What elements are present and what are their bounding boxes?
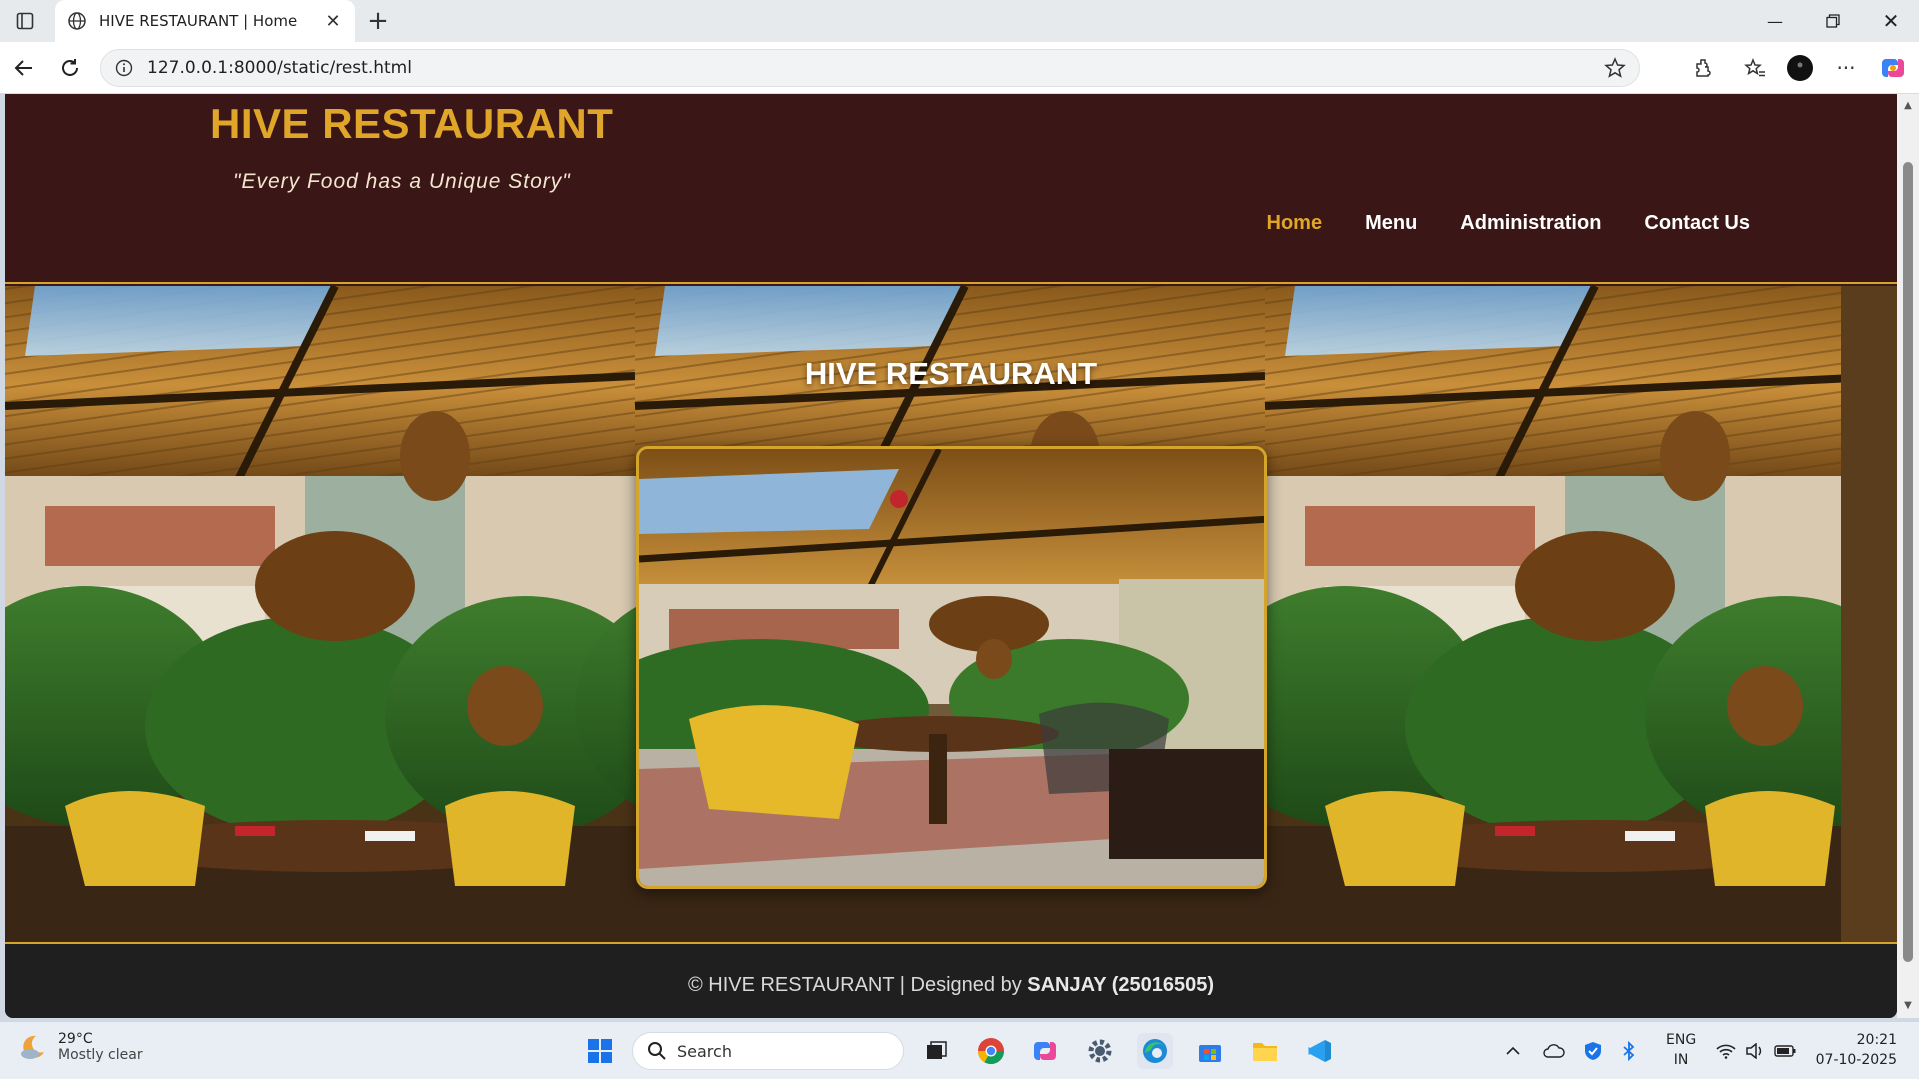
nav-home[interactable]: Home — [1267, 212, 1323, 235]
site-header: HIVE RESTAURANT "Every Food has a Unique… — [5, 94, 1897, 284]
store-icon[interactable] — [1192, 1033, 1228, 1069]
tagline: "Every Food has a Unique Story" — [233, 170, 571, 193]
scroll-down-arrow-icon[interactable]: ▼ — [1902, 1000, 1914, 1012]
favorites-icon[interactable] — [1741, 54, 1769, 82]
page-viewport: HIVE RESTAURANT "Every Food has a Unique… — [5, 94, 1897, 1018]
hero-title: HIVE RESTAURANT — [804, 356, 1098, 391]
task-view-icon[interactable] — [918, 1033, 954, 1069]
close-tab-icon[interactable]: ✕ — [323, 11, 343, 32]
site-footer: © HIVE RESTAURANT | Designed by SANJAY (… — [5, 944, 1897, 1018]
tab-actions-icon[interactable] — [10, 8, 40, 34]
minimize-icon[interactable]: — — [1747, 0, 1803, 42]
vscode-icon[interactable] — [1302, 1033, 1338, 1069]
back-arrow-icon[interactable] — [10, 54, 38, 82]
taskbar-search[interactable]: Search — [632, 1032, 904, 1070]
weather-condition: Mostly clear — [58, 1047, 143, 1063]
battery-icon[interactable] — [1771, 1033, 1799, 1069]
more-options-icon[interactable]: ··· — [1832, 54, 1860, 82]
tab-title: HIVE RESTAURANT | Home — [99, 12, 298, 30]
weather-widget[interactable]: 29°C Mostly clear — [18, 1031, 143, 1063]
nav-menu[interactable]: Menu — [1365, 212, 1417, 235]
footer-text: © HIVE RESTAURANT | Designed by SANJAY (… — [688, 974, 1214, 997]
close-window-icon[interactable]: ✕ — [1863, 0, 1919, 42]
onedrive-cloud-icon[interactable] — [1540, 1033, 1568, 1069]
globe-icon — [68, 12, 86, 30]
scrollbar-thumb[interactable] — [1903, 162, 1913, 962]
show-hidden-icons-chevron-icon[interactable] — [1500, 1033, 1526, 1069]
browser-tab-active[interactable]: HIVE RESTAURANT | Home ✕ — [55, 0, 355, 42]
moon-cloud-icon — [21, 1035, 44, 1059]
nav-contact-us[interactable]: Contact Us — [1644, 212, 1750, 235]
featured-restaurant-image — [636, 446, 1267, 889]
volume-icon[interactable] — [1742, 1033, 1768, 1069]
favorite-star-icon[interactable] — [1603, 56, 1627, 80]
extensions-icon[interactable] — [1690, 54, 1718, 82]
footer-author: SANJAY (25016505) — [1027, 973, 1215, 996]
address-toolbar: 127.0.0.1:8000/static/rest.html ··· — [0, 42, 1919, 94]
weather-temp: 29°C — [58, 1031, 93, 1047]
clock-time: 20:21 — [1856, 1032, 1897, 1048]
language-region: IN — [1673, 1052, 1689, 1068]
language-indicator[interactable]: ENG IN — [1666, 1030, 1696, 1070]
search-label: Search — [677, 1041, 732, 1061]
windows-taskbar: 29°C Mostly clear Search ENG IN 20:21 07… — [0, 1021, 1919, 1079]
search-icon — [648, 1042, 666, 1060]
new-tab-button[interactable]: + — [363, 6, 393, 36]
profile-avatar[interactable] — [1786, 54, 1814, 82]
language-code: ENG — [1666, 1032, 1697, 1048]
url-text: 127.0.0.1:8000/static/rest.html — [147, 58, 412, 78]
copilot-icon[interactable] — [1879, 54, 1907, 82]
bluetooth-icon[interactable] — [1618, 1033, 1640, 1069]
scroll-up-arrow-icon[interactable]: ▲ — [1902, 100, 1914, 112]
edge-browser-icon[interactable] — [1137, 1033, 1173, 1069]
copilot-app-icon[interactable] — [1027, 1033, 1063, 1069]
wifi-icon[interactable] — [1713, 1033, 1739, 1069]
chrome-icon[interactable] — [973, 1033, 1009, 1069]
tab-strip: HIVE RESTAURANT | Home ✕ + — ✕ — [0, 0, 1919, 42]
reload-icon[interactable] — [56, 54, 84, 82]
clock-date: 07-10-2025 — [1815, 1052, 1897, 1068]
page-scrollbar[interactable]: ▲ ▼ — [1897, 94, 1919, 1018]
restore-icon[interactable] — [1805, 0, 1861, 42]
url-bar[interactable]: 127.0.0.1:8000/static/rest.html — [100, 49, 1640, 87]
site-info-icon[interactable] — [115, 59, 133, 77]
nav-administration[interactable]: Administration — [1460, 212, 1601, 235]
main-nav: Home Menu Administration Contact Us — [1267, 212, 1751, 235]
brand-logo-text[interactable]: HIVE RESTAURANT — [210, 100, 613, 148]
system-clock[interactable]: 20:21 07-10-2025 — [1816, 1030, 1897, 1070]
hero-section: HIVE RESTAURANT — [5, 286, 1897, 944]
file-explorer-icon[interactable] — [1247, 1033, 1283, 1069]
footer-copyright: © HIVE RESTAURANT | Designed by — [687, 973, 1028, 996]
start-windows-icon[interactable] — [582, 1033, 618, 1069]
security-shield-icon[interactable] — [1580, 1033, 1606, 1069]
settings-gear-icon[interactable] — [1082, 1033, 1118, 1069]
